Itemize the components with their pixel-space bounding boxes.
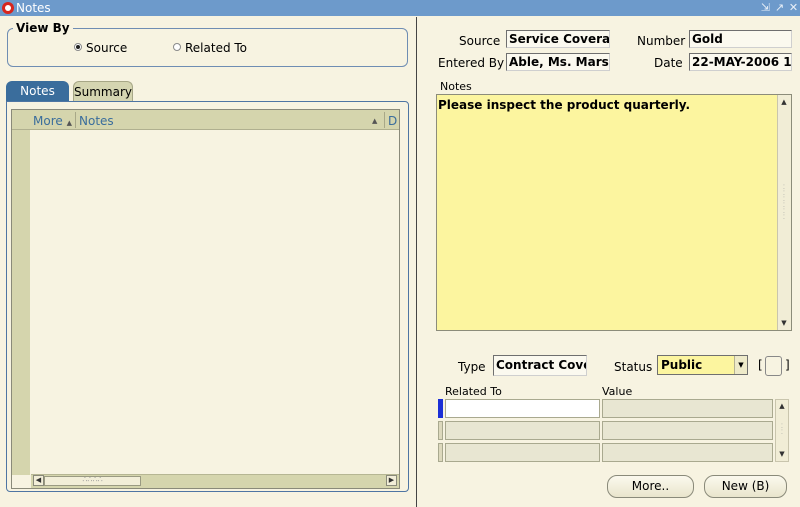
source-field[interactable]: Service Coverage xyxy=(506,30,610,48)
scroll-thumb[interactable]: ∴∴∴∴ xyxy=(44,476,141,486)
sort-icon: ▲ xyxy=(66,119,72,127)
related-to-cell[interactable] xyxy=(445,399,600,418)
scroll-right-icon[interactable]: ▶ xyxy=(386,475,397,486)
oracle-logo-icon xyxy=(2,2,14,14)
number-label: Number xyxy=(637,34,686,48)
attachment-checkbox[interactable] xyxy=(765,356,782,376)
related-to-cell[interactable] xyxy=(445,443,600,462)
minimize-icon[interactable]: ⇲ xyxy=(760,1,771,14)
value-cell[interactable] xyxy=(602,443,773,462)
column-separator[interactable] xyxy=(384,112,385,128)
column-header-notes[interactable]: Notes xyxy=(79,110,114,130)
tab-notes[interactable]: Notes xyxy=(6,81,69,101)
source-label: Source xyxy=(459,34,501,48)
column-header-more[interactable]: More ▲ xyxy=(33,110,72,130)
notes-grid xyxy=(11,109,400,489)
related-to-header: Related To xyxy=(445,385,502,398)
scroll-down-icon[interactable]: ▼ xyxy=(778,317,790,329)
type-label: Type xyxy=(458,360,486,374)
related-to-cell[interactable] xyxy=(445,421,600,440)
view-by-title: View By xyxy=(13,21,73,35)
value-cell[interactable] xyxy=(602,421,773,440)
source-radio[interactable] xyxy=(74,43,82,51)
row-selector[interactable] xyxy=(438,421,443,440)
scroll-up-icon[interactable]: ▲ xyxy=(776,400,788,412)
row-selector[interactable] xyxy=(438,443,443,462)
column-separator[interactable] xyxy=(75,112,76,128)
scroll-left-icon[interactable]: ◀ xyxy=(33,475,44,486)
notes-text[interactable]: Please inspect the product quarterly. xyxy=(438,98,690,112)
grid-row-gutter xyxy=(12,110,30,475)
maximize-icon[interactable]: ↗ xyxy=(774,1,785,14)
date-field[interactable]: 22-MAY-2006 14:52 xyxy=(689,53,792,71)
notes-area-label: Notes xyxy=(440,80,472,93)
column-header-d[interactable]: D xyxy=(388,110,398,130)
entered-by-label: Entered By xyxy=(438,56,505,70)
source-radio-label[interactable]: Source xyxy=(86,41,127,55)
scroll-grip-icon[interactable]: ⁚ ⁚ xyxy=(779,424,785,436)
bracket-right: ] xyxy=(785,358,790,372)
related-to-radio-label[interactable]: Related To xyxy=(185,41,247,55)
sort-icon: ▲ xyxy=(372,117,378,125)
column-header-more-label: More xyxy=(33,114,63,128)
window-title: Notes xyxy=(16,1,51,15)
entered-by-field[interactable]: Able, Ms. Marsha( xyxy=(506,53,610,71)
related-to-radio[interactable] xyxy=(173,43,181,51)
scroll-down-icon[interactable]: ▼ xyxy=(776,448,788,460)
pane-divider xyxy=(416,17,417,507)
title-bar xyxy=(0,0,800,16)
scroll-up-icon[interactable]: ▲ xyxy=(778,96,790,108)
new-button[interactable]: New (B) xyxy=(704,475,787,498)
bracket-left: [ xyxy=(758,358,763,372)
date-label: Date xyxy=(654,56,683,70)
number-field[interactable]: Gold xyxy=(689,30,792,48)
status-label: Status xyxy=(614,360,653,374)
more-button[interactable]: More.. xyxy=(607,475,694,498)
scroll-grip-icon[interactable]: ⁚ ⁚ ⁚ ⁚ ⁚ ⁚ xyxy=(781,185,787,221)
type-field[interactable]: Contract Covera xyxy=(493,355,587,376)
chevron-down-icon[interactable]: ▼ xyxy=(734,356,747,374)
row-selector[interactable] xyxy=(438,399,443,418)
notes-textarea[interactable] xyxy=(436,94,792,331)
value-cell[interactable] xyxy=(602,399,773,418)
value-header: Value xyxy=(602,385,633,398)
close-icon[interactable]: ✕ xyxy=(788,1,799,14)
tab-summary[interactable]: Summary xyxy=(73,81,133,101)
